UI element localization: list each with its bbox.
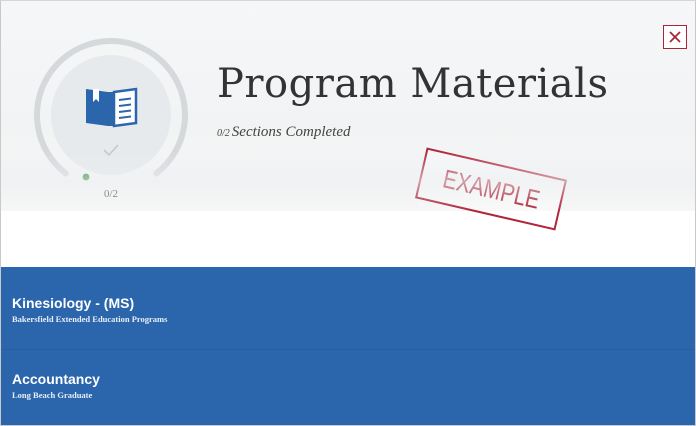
- progress-subtitle: 0/2 Sections Completed: [217, 124, 351, 141]
- program-name: Kinesiology - (MS): [12, 295, 135, 311]
- progress-dot: [82, 173, 90, 181]
- page-title: Program Materials: [217, 61, 609, 107]
- example-stamp: EXAMPLE: [414, 147, 568, 231]
- checkmark-icon: [103, 144, 119, 157]
- program-list-item[interactable]: Accountancy Long Beach Graduate: [1, 351, 695, 425]
- book-icon: [86, 87, 138, 128]
- close-button[interactable]: [663, 25, 687, 49]
- close-icon[interactable]: [668, 30, 682, 44]
- progress-count: 0/2: [103, 188, 119, 200]
- program-materials-panel: 0/2 Program Materials 0/2 Sections Comple…: [0, 0, 696, 426]
- program-list: Kinesiology - (MS) Bakersfield Extended …: [1, 267, 695, 425]
- program-name: Accountancy: [12, 371, 100, 387]
- header: 0/2 Program Materials 0/2 Sections Comple…: [1, 1, 695, 231]
- progress-text: Sections Completed: [231, 124, 351, 140]
- progress-ring: 0/2: [34, 37, 188, 200]
- program-campus: Bakersfield Extended Education Programs: [12, 314, 168, 324]
- program-list-item[interactable]: Kinesiology - (MS) Bakersfield Extended …: [1, 267, 695, 350]
- program-campus: Long Beach Graduate: [12, 390, 93, 400]
- progress-fraction: 0/2: [217, 128, 230, 139]
